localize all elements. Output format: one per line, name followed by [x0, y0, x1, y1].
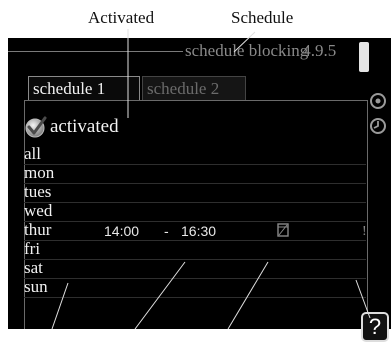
tab-schedule-1[interactable]: schedule 1	[28, 76, 140, 101]
day-label: wed	[24, 201, 53, 220]
day-row-fri[interactable]: fri	[24, 239, 366, 260]
day-row-mon[interactable]: mon	[24, 163, 366, 184]
day-row-sat[interactable]: sat	[24, 258, 366, 279]
day-label: tues	[24, 182, 52, 201]
clock-icon	[370, 118, 386, 134]
screen-title: schedule blocking4.9.5	[185, 41, 336, 61]
day-row-thur[interactable]: thur 14:00 - 16:30 !	[24, 220, 367, 241]
end-time[interactable]: 16:30	[181, 222, 216, 241]
callout-schedule: Schedule	[231, 8, 294, 27]
day-row-sun[interactable]: sun	[24, 277, 366, 298]
day-row-all[interactable]: all	[24, 144, 366, 165]
callout-activated: Activated	[88, 8, 155, 27]
day-label: fri	[24, 239, 41, 258]
conflict-marker: !	[362, 224, 367, 239]
screen-title-text: schedule blocking	[185, 41, 309, 60]
compressor-block-icon	[277, 223, 289, 237]
time-separator: -	[164, 223, 169, 239]
day-label: sun	[24, 277, 48, 296]
day-label: all	[24, 144, 41, 163]
day-list: all mon tues wed thur 14:00 - 16:30 ! fr…	[24, 144, 367, 298]
checkbox-checked-icon[interactable]	[24, 115, 48, 139]
activated-toggle[interactable]: activated	[24, 114, 119, 140]
help-button[interactable]: ?	[361, 312, 389, 342]
day-label: thur	[24, 220, 52, 239]
scroll-indicator	[359, 42, 369, 72]
title-divider	[8, 51, 183, 52]
page-number: 4.9.5	[302, 41, 337, 60]
start-time[interactable]: 14:00	[104, 222, 139, 241]
display-screen: schedule blocking4.9.5 schedule 1 schedu…	[8, 38, 391, 329]
tab-schedule-2[interactable]: schedule 2	[142, 76, 246, 101]
activated-label: activated	[50, 116, 119, 137]
day-row-wed[interactable]: wed	[24, 201, 366, 222]
settings-icon	[370, 93, 386, 109]
day-label: sat	[24, 258, 43, 277]
day-label: mon	[24, 163, 55, 182]
day-row-tues[interactable]: tues	[24, 182, 366, 203]
